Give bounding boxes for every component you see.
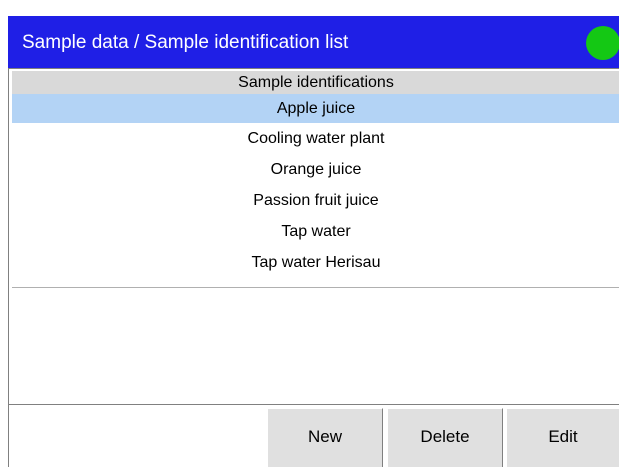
list-item[interactable]: Tap water	[12, 216, 619, 247]
title-bar: Sample data / Sample identification list	[8, 16, 619, 68]
list-item[interactable]: Apple juice	[12, 94, 619, 123]
page-title: Sample data / Sample identification list	[22, 32, 349, 53]
list-item[interactable]: Orange juice	[12, 154, 619, 185]
edit-button[interactable]: Edit	[506, 408, 619, 467]
list-item[interactable]: Passion fruit juice	[12, 185, 619, 216]
status-indicator-icon	[586, 26, 619, 60]
list-header: Sample identifications	[12, 71, 619, 94]
new-button[interactable]: New	[267, 408, 383, 467]
list-body: Apple juice Cooling water plant Orange j…	[12, 94, 619, 288]
screen: Sample data / Sample identification list…	[0, 0, 619, 467]
list-item[interactable]: Cooling water plant	[12, 123, 619, 154]
delete-button[interactable]: Delete	[387, 408, 503, 467]
sample-identification-list: Sample identifications Apple juice Cooli…	[8, 68, 619, 404]
button-bar: New Delete Edit	[8, 404, 619, 467]
list-item[interactable]: Tap water Herisau	[12, 247, 619, 278]
